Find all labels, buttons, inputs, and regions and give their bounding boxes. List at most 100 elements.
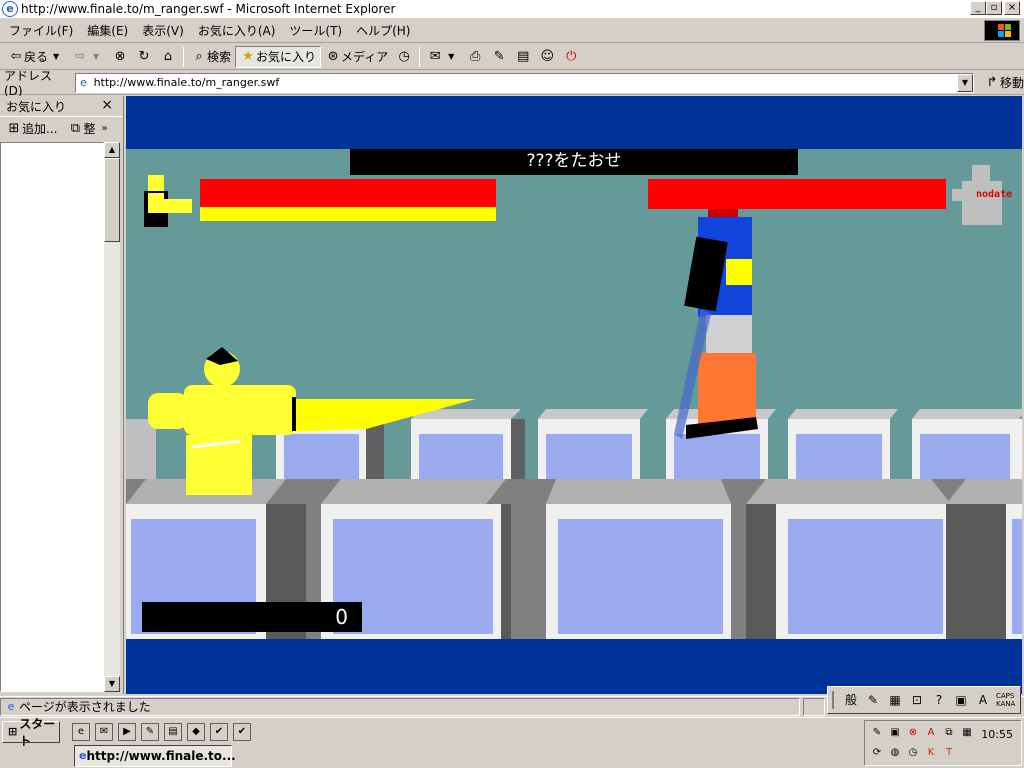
back-button[interactable]: ⇦ 戻る ▼ <box>4 46 68 68</box>
menu-tools[interactable]: ツール(T) <box>282 22 349 39</box>
menu-edit[interactable]: 編集(E) <box>80 22 135 39</box>
ie-icon[interactable]: e <box>2 1 18 17</box>
network-tray-icon[interactable]: ⧉ <box>941 725 957 741</box>
close-button[interactable]: × <box>1004 1 1020 15</box>
window-title: http://www.finale.to/m_ranger.swf - Micr… <box>21 2 396 16</box>
mail-button[interactable]: ✉ ▼ <box>423 46 463 68</box>
search-label: 検索 <box>207 50 232 64</box>
search-icon: ⌕ <box>195 48 203 64</box>
ime-font-icon[interactable]: A <box>974 691 992 709</box>
favorites-list[interactable] <box>0 142 104 692</box>
favorites-button[interactable]: ★ お気に入り <box>235 45 322 68</box>
scroll-up-icon[interactable]: ▲ <box>104 142 120 158</box>
address-input[interactable] <box>93 74 954 91</box>
ime-help-icon[interactable]: ? <box>930 691 948 709</box>
refresh-button[interactable]: ↻ <box>132 46 156 68</box>
address-box[interactable]: e ▼ <box>74 72 974 93</box>
edit-button[interactable]: ✎ <box>487 46 511 68</box>
acrobat-tray-icon[interactable]: A <box>923 725 939 741</box>
globe-tray-icon[interactable]: ◍ <box>887 745 903 761</box>
menu-view[interactable]: 表示(V) <box>135 22 191 39</box>
antivirus-tray-icon[interactable]: ⊗ <box>905 725 921 741</box>
media-button[interactable]: ⊛ メディア <box>321 46 392 68</box>
restore-button[interactable]: ▫ <box>986 1 1002 15</box>
ime-pad-icon[interactable]: ▦ <box>886 691 904 709</box>
windows-flag-icon: ⊞ <box>8 725 18 738</box>
sync-tray-icon[interactable]: ⟳ <box>869 745 885 761</box>
address-bar: アドレス(D) e ▼ ↱ 移動 <box>0 69 1024 98</box>
flash-content[interactable]: ???をたおせ nodate 0 <box>126 96 1022 694</box>
menu-file[interactable]: ファイル(F) <box>2 22 80 39</box>
mission-banner: ???をたおせ <box>350 149 798 175</box>
score-display: 0 <box>142 602 362 632</box>
ime-mode[interactable]: 般 <box>842 691 860 709</box>
k-tray-icon[interactable]: K <box>923 745 939 761</box>
ime-language-bar[interactable]: 般 ✎ ▦ ⊡ ? ▣ A CAPS KANA <box>827 686 1021 714</box>
scroll-down-icon[interactable]: ▼ <box>104 676 120 692</box>
chevron-right-icon[interactable]: » <box>101 123 107 134</box>
explorer-launch-icon[interactable]: ▤ <box>164 723 182 741</box>
player-energy-bar <box>200 207 496 221</box>
favorites-pane-toolbar: ⊞ 追加... ⧉ 整 » <box>0 116 123 140</box>
outlook-launch-icon[interactable]: ✉ <box>95 723 113 741</box>
player-health-bar <box>200 179 496 207</box>
enemy-label: nodate <box>976 189 1013 200</box>
clock[interactable]: 10:55 <box>981 728 1013 741</box>
search-button[interactable]: ⌕ 検索 <box>187 46 235 68</box>
go-button[interactable]: ↱ 移動 <box>984 74 1024 91</box>
t-tray-icon[interactable]: T <box>941 745 957 761</box>
ime-dictionary-icon[interactable]: ⊡ <box>908 691 926 709</box>
messenger-button[interactable]: ☺ <box>535 46 559 68</box>
start-label: スタート <box>19 717 56 748</box>
menu-favorites[interactable]: お気に入り(A) <box>191 22 283 39</box>
discuss-button[interactable]: ▤ <box>511 46 535 68</box>
ime-tools-icon[interactable]: ▣ <box>952 691 970 709</box>
editor-launch-icon[interactable]: ✎ <box>141 723 159 741</box>
media-icon: ⊛ <box>327 48 339 64</box>
chevron-down-icon[interactable]: ▼ <box>88 49 104 65</box>
scroll-thumb[interactable] <box>104 158 120 242</box>
forward-button[interactable]: ⇨ ▼ <box>68 46 108 68</box>
ie-launch-icon[interactable]: e <box>72 723 90 741</box>
tool2-launch-icon[interactable]: ✔ <box>233 723 251 741</box>
player-character <box>148 347 296 495</box>
caps-indicator: CAPS <box>996 692 1015 700</box>
app-launch-icon[interactable]: ◆ <box>187 723 205 741</box>
monitor-tray-icon[interactable]: ▦ <box>959 725 975 741</box>
add-favorite-button[interactable]: 追加... <box>22 120 57 137</box>
close-icon[interactable]: × <box>101 97 113 113</box>
status-text-cell: e ページが表示されました <box>0 697 800 716</box>
organize-button[interactable]: 整 <box>83 120 95 137</box>
status-zone-cell <box>803 698 825 716</box>
taskbar-item-label: http://www.finale.to... <box>86 749 236 763</box>
print-button[interactable]: ⎙ <box>463 46 487 68</box>
media-player-launch-icon[interactable]: ▶ <box>118 723 136 741</box>
history-button[interactable]: ◷ <box>392 46 416 68</box>
chevron-down-icon[interactable]: ▼ <box>48 49 64 65</box>
pen-tray-icon[interactable]: ✎ <box>869 725 885 741</box>
disk-tray-icon[interactable]: ▣ <box>887 725 903 741</box>
tool-launch-icon[interactable]: ✔ <box>210 723 228 741</box>
favorites-scrollbar[interactable]: ▲ ▼ <box>104 142 120 692</box>
enemy-health-bar <box>648 179 946 209</box>
menu-help[interactable]: ヘルプ(H) <box>349 22 417 39</box>
chevron-down-icon[interactable]: ▼ <box>443 49 459 65</box>
stop-button[interactable]: ⊗ <box>108 46 132 68</box>
power-button[interactable]: ⏻ <box>559 46 583 68</box>
grip-icon[interactable] <box>832 691 838 709</box>
forward-arrow-icon: ⇨ <box>74 48 86 64</box>
toolbar-separator <box>183 46 185 67</box>
game-stage[interactable]: ???をたおせ nodate 0 <box>126 149 1022 639</box>
player-portrait <box>144 175 192 227</box>
ime-input-icon[interactable]: ✎ <box>864 691 882 709</box>
clock-tray-icon[interactable]: ◷ <box>905 745 921 761</box>
address-label: アドレス(D) <box>4 69 53 98</box>
address-dropdown-icon[interactable]: ▼ <box>957 73 973 92</box>
taskbar-item-ie[interactable]: e http://www.finale.to... <box>74 745 236 767</box>
start-button[interactable]: ⊞ スタート <box>2 717 60 748</box>
favorites-pane-header: お気に入り × <box>0 96 123 116</box>
minimize-button[interactable]: _ <box>970 1 986 15</box>
status-text: ページが表示されました <box>19 700 151 714</box>
menu-bar: ファイル(F) 編集(E) 表示(V) お気に入り(A) ツール(T) ヘルプ(… <box>0 19 1024 43</box>
home-button[interactable]: ⌂ <box>156 46 180 68</box>
